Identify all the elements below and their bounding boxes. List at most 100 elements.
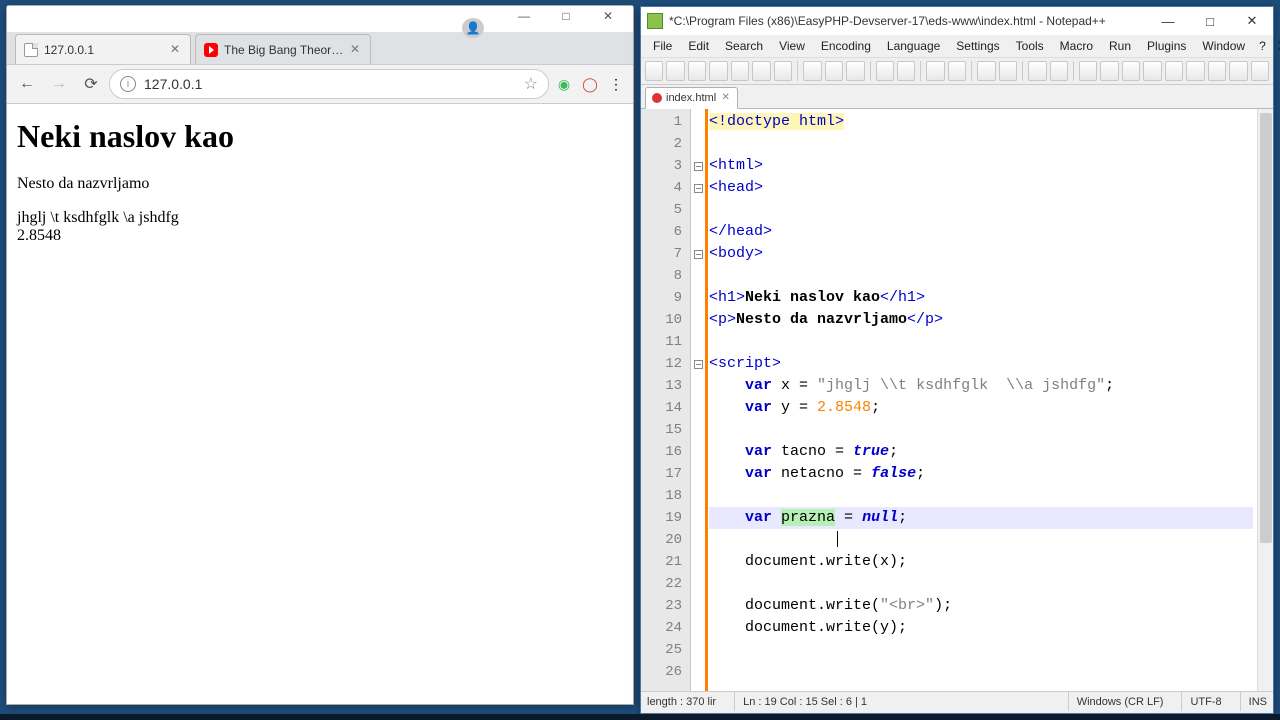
menu-macro[interactable]: Macro (1052, 37, 1101, 55)
tab-close-icon[interactable]: ✕ (348, 43, 362, 57)
paste-icon[interactable] (846, 61, 864, 81)
reload-button[interactable]: ⟳ (77, 70, 105, 98)
menu-close-doc[interactable]: X (1272, 37, 1280, 55)
tab-close-icon[interactable]: ✕ (168, 43, 182, 57)
fold-cell[interactable] (691, 331, 705, 353)
code-editor[interactable]: <!doctype html> <html> <head> </head> <b… (705, 109, 1257, 691)
doc-map-icon[interactable] (1165, 61, 1183, 81)
fold-cell[interactable] (691, 155, 705, 177)
site-info-icon[interactable]: i (120, 76, 136, 92)
fold-cell[interactable] (691, 419, 705, 441)
sync-v-icon[interactable] (1028, 61, 1046, 81)
address-bar[interactable]: i 127.0.0.1 ☆ (109, 69, 549, 99)
fold-cell[interactable] (691, 617, 705, 639)
fold-cell[interactable] (691, 661, 705, 683)
menu-help[interactable]: ? (1253, 37, 1272, 55)
menu-language[interactable]: Language (879, 37, 948, 55)
menu-search[interactable]: Search (717, 37, 771, 55)
chrome-titlebar[interactable]: 👤 — □ ✕ (7, 6, 633, 26)
menu-file[interactable]: File (645, 37, 680, 55)
fold-cell[interactable] (691, 177, 705, 199)
folder-ws-icon[interactable] (1208, 61, 1226, 81)
close-button[interactable]: ✕ (1231, 8, 1273, 34)
redo-icon[interactable] (897, 61, 915, 81)
menu-run[interactable]: Run (1101, 37, 1139, 55)
record-macro-icon[interactable] (1251, 61, 1269, 81)
close-all-icon[interactable] (752, 61, 770, 81)
back-button[interactable]: ← (13, 70, 41, 98)
all-chars-icon[interactable] (1100, 61, 1118, 81)
copy-icon[interactable] (825, 61, 843, 81)
fold-cell[interactable] (691, 221, 705, 243)
fold-cell[interactable] (691, 463, 705, 485)
fold-cell[interactable] (691, 573, 705, 595)
fold-cell[interactable] (691, 595, 705, 617)
line-number: 2 (641, 133, 690, 155)
fold-cell[interactable] (691, 551, 705, 573)
npp-titlebar[interactable]: *C:\Program Files (x86)\EasyPHP-Devserve… (641, 7, 1273, 35)
extension-icon[interactable]: ◯ (579, 73, 601, 95)
new-file-icon[interactable] (645, 61, 663, 81)
code-token: var (745, 443, 772, 460)
fold-cell[interactable] (691, 133, 705, 155)
monitor-icon[interactable] (1229, 61, 1247, 81)
windows-taskbar[interactable] (0, 714, 1280, 720)
extension-icon[interactable]: ◉ (553, 73, 575, 95)
fold-cell[interactable] (691, 507, 705, 529)
save-all-icon[interactable] (709, 61, 727, 81)
tab-close-icon[interactable]: ✕ (720, 93, 731, 104)
menu-edit[interactable]: Edit (680, 37, 717, 55)
page-content: Neki naslov kao Nesto da nazvrljamo jhgl… (7, 104, 633, 259)
browser-tab-inactive[interactable]: The Big Bang Theory - Pe ✕ (195, 34, 371, 64)
bookmark-star-icon[interactable]: ☆ (524, 74, 538, 94)
menu-window[interactable]: Window (1194, 37, 1253, 55)
vertical-scrollbar[interactable] (1257, 109, 1273, 691)
minimize-button[interactable]: — (1147, 8, 1189, 34)
print-icon[interactable] (774, 61, 792, 81)
profile-avatar-icon[interactable]: 👤 (462, 18, 484, 38)
save-icon[interactable] (688, 61, 706, 81)
cut-icon[interactable] (803, 61, 821, 81)
code-token: x = (772, 377, 817, 394)
close-button[interactable]: ✕ (589, 6, 627, 26)
fold-cell[interactable] (691, 485, 705, 507)
sync-h-icon[interactable] (1050, 61, 1068, 81)
menu-tools[interactable]: Tools (1008, 37, 1052, 55)
scrollbar-thumb[interactable] (1260, 113, 1272, 543)
fold-cell[interactable] (691, 265, 705, 287)
fold-cell[interactable] (691, 111, 705, 133)
menu-encoding[interactable]: Encoding (813, 37, 879, 55)
menu-view[interactable]: View (771, 37, 813, 55)
undo-icon[interactable] (876, 61, 894, 81)
func-list-icon[interactable] (1186, 61, 1204, 81)
browser-tab-active[interactable]: 127.0.0.1 ✕ (15, 34, 191, 64)
zoom-in-icon[interactable] (977, 61, 995, 81)
udl-icon[interactable] (1143, 61, 1161, 81)
fold-cell[interactable] (691, 375, 705, 397)
fold-cell[interactable] (691, 353, 705, 375)
editor-area[interactable]: 1234567891011121314151617181920212223242… (641, 109, 1273, 691)
fold-cell[interactable] (691, 529, 705, 551)
fold-cell[interactable] (691, 243, 705, 265)
close-file-icon[interactable] (731, 61, 749, 81)
fold-cell[interactable] (691, 287, 705, 309)
fold-cell[interactable] (691, 441, 705, 463)
wordwrap-icon[interactable] (1079, 61, 1097, 81)
find-icon[interactable] (926, 61, 944, 81)
menu-plugins[interactable]: Plugins (1139, 37, 1194, 55)
minimize-button[interactable]: — (505, 6, 543, 26)
maximize-button[interactable]: □ (547, 6, 585, 26)
fold-cell[interactable] (691, 397, 705, 419)
fold-cell[interactable] (691, 199, 705, 221)
indent-guide-icon[interactable] (1122, 61, 1140, 81)
menu-settings[interactable]: Settings (948, 37, 1007, 55)
fold-cell[interactable] (691, 309, 705, 331)
chrome-menu-icon[interactable]: ⋮ (605, 73, 627, 95)
fold-cell[interactable] (691, 639, 705, 661)
open-file-icon[interactable] (666, 61, 684, 81)
zoom-out-icon[interactable] (999, 61, 1017, 81)
maximize-button[interactable]: □ (1189, 8, 1231, 34)
forward-button[interactable]: → (45, 70, 73, 98)
replace-icon[interactable] (948, 61, 966, 81)
document-tab[interactable]: index.html ✕ (645, 87, 738, 109)
